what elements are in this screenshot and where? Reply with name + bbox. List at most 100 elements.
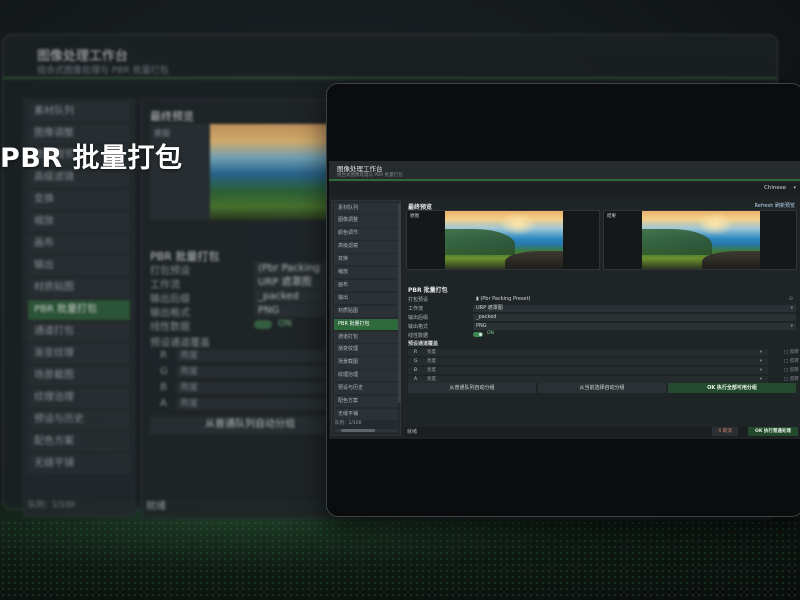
back-sidebar-item: 预设与历史 (28, 410, 130, 430)
sidebar-item-seamless[interactable]: 无缝平铺 (334, 408, 398, 421)
sidebar-item-color[interactable]: 颜色调节 (334, 228, 398, 240)
linear-label: 线性数据 (408, 333, 429, 339)
sidebar-item-scene-capture[interactable]: 场景截图 (334, 357, 398, 369)
invert-checkbox[interactable]: □ 反转 (784, 358, 799, 365)
invert-label: 反转 (789, 350, 799, 355)
channel-row-g: G 亮度 ▾ □ 反转 (408, 358, 799, 365)
back-row-label: 输出后缀 (150, 294, 190, 305)
channel-name: R (414, 350, 418, 355)
channel-row-a: A 亮度 ▾ □ 反转 (408, 376, 799, 383)
sidebar-item-image-adjust[interactable]: 图像调整 (334, 215, 398, 227)
suffix-label: 输出后缀 (408, 315, 429, 321)
sidebar-item-channel-pack[interactable]: 通道打包 (334, 331, 398, 343)
back-row-label: 工作流 (150, 280, 180, 291)
back-sidebar-item: 通道打包 (28, 322, 130, 342)
chevron-down-icon: ▾ (790, 324, 793, 329)
linear-state: ON (487, 331, 494, 336)
status-bar: 就绪 X 取消 OK 执行普通处理 (404, 427, 799, 437)
sidebar-item-output[interactable]: 输出 (334, 292, 398, 305)
back-linear-label: 线性数据 (150, 322, 190, 333)
channel-source-value: 亮度 (427, 377, 436, 382)
back-sidebar-item: 素材队列 (28, 102, 130, 122)
channel-override-title: 预设通道覆盖 (408, 341, 439, 347)
back-channel-name: A (160, 398, 167, 409)
invert-checkbox[interactable]: □ 反转 (784, 349, 799, 356)
run-normal-button[interactable]: OK 执行普通处理 (748, 427, 798, 436)
result-label: 结果 (607, 214, 616, 219)
gear-icon[interactable]: ⊙ (789, 296, 793, 303)
sidebar-item-advanced-filter[interactable]: 高级滤镜 (334, 241, 398, 253)
language-select[interactable]: Chinese (764, 185, 786, 191)
original-image (445, 211, 563, 269)
sidebar-item-transform[interactable]: 变换 (334, 254, 398, 266)
chevron-down-icon[interactable]: ▾ (793, 185, 796, 191)
pbr-section-title: PBR 批量打包 (408, 287, 448, 294)
sidebar-item-palette[interactable]: 配色方案 (334, 395, 398, 408)
back-header: 图像处理工作台 组合式图像处理与 PBR 批量打包 (3, 35, 777, 79)
channel-source-select[interactable]: 亮度 ▾ (424, 376, 776, 383)
sidebar-item-material[interactable]: 材质贴图 (334, 305, 398, 318)
auto-group-queue-button[interactable]: 从普通队列自动分组 (408, 383, 536, 393)
back-channel-value: 亮度 (176, 382, 346, 394)
format-value: PNG (476, 323, 487, 329)
floor-dot-pattern (0, 520, 800, 600)
sidebar-item-canvas[interactable]: 画布 (334, 279, 398, 292)
channel-source-value: 亮度 (427, 368, 436, 373)
sidebar-item-presets-history[interactable]: 预设与历史 (334, 383, 398, 395)
invert-checkbox[interactable]: □ 反转 (784, 376, 799, 383)
format-select[interactable]: PNG ▾ (473, 323, 796, 330)
channel-row-r: R 亮度 ▾ □ 反转 (408, 349, 799, 356)
channel-name: B (414, 368, 418, 373)
invert-checkbox[interactable]: □ 反转 (784, 367, 799, 374)
back-sidebar-item: 输出 (28, 256, 130, 276)
linear-toggle[interactable] (473, 332, 483, 337)
sidebar-item-scale[interactable]: 缩放 (334, 267, 398, 279)
chevron-down-icon: ▾ (759, 368, 762, 373)
app-screen: 图像处理工作台 组合式图像处理与 PBR 批量打包 Chinese ▾ 素材队列… (329, 161, 800, 439)
sidebar-item-texture-govern[interactable]: 纹理治理 (334, 370, 398, 382)
back-channel-name: G (160, 366, 168, 377)
back-sidebar-item: 场景截图 (28, 366, 130, 386)
invert-label: 反转 (789, 377, 799, 382)
refresh-preview-button[interactable]: Refresh 刷新预览 (755, 202, 795, 209)
sidebar-horizontal-scrollbar[interactable] (335, 429, 397, 432)
back-sidebar-item: 材质贴图 (28, 278, 130, 298)
preset-field[interactable]: ▮ (Pbr Packing Preset) ⊙ (473, 296, 796, 303)
channel-row-b: B 亮度 ▾ □ 反转 (408, 367, 799, 374)
preset-value: (Pbr Packing Preset) (480, 296, 531, 302)
back-auto-queue-button: 从普通队列自动分组 (150, 416, 350, 434)
workflow-select[interactable]: URP 遮罩图 ▾ (473, 305, 796, 312)
back-channel-value: 亮度 (176, 366, 346, 378)
suffix-input[interactable]: _packed (473, 314, 796, 321)
channel-source-select[interactable]: 亮度 ▾ (424, 358, 776, 365)
auto-group-selection-button[interactable]: 从当前选择自动分组 (538, 383, 666, 393)
original-label: 原图 (410, 214, 419, 219)
sidebar-item-asset-queue[interactable]: 素材队列 (334, 202, 398, 214)
back-preview-title: 最终预览 (150, 110, 194, 123)
back-sidebar-item: 渐变纹理 (28, 344, 130, 364)
chevron-down-icon: ▾ (759, 377, 762, 382)
sidebar-item-pbr-pack[interactable]: PBR 批量打包 (334, 318, 398, 330)
status-text: 就绪 (407, 429, 418, 435)
preset-label: 打包预设 (408, 297, 429, 303)
back-channel-value: 亮度 (176, 398, 346, 410)
back-sidebar-item: 缩放 (28, 212, 130, 232)
result-preview-panel: 结果 (603, 210, 797, 270)
app-header: 图像处理工作台 组合式图像处理与 PBR 批量打包 (329, 161, 800, 181)
result-image (642, 211, 760, 269)
workflow-label: 工作流 (408, 306, 424, 312)
sidebar-scrollbar[interactable] (398, 203, 401, 403)
format-label: 输出格式 (408, 324, 429, 330)
channel-source-select[interactable]: 亮度 ▾ (424, 349, 776, 356)
back-row-label: 打包预设 (150, 266, 190, 277)
back-queue-count: 队列：1/100 (28, 500, 76, 509)
sidebar: 素材队列 图像调整 颜色调节 高级滤镜 变换 缩放 画布 输出 材质贴图 PBR… (331, 200, 401, 436)
sidebar-item-gradient[interactable]: 渐变纹理 (334, 344, 398, 356)
cancel-button[interactable]: X 取消 (712, 427, 738, 436)
back-app-title: 图像处理工作台 (37, 49, 129, 64)
back-row-label: 输出格式 (150, 308, 190, 319)
scrollbar-thumb[interactable] (341, 429, 375, 432)
channel-source-select[interactable]: 亮度 ▾ (424, 367, 776, 374)
run-all-groups-button[interactable]: OK 执行全部可用分组 (668, 383, 796, 393)
back-channel-title: 预设通道覆盖 (150, 338, 210, 349)
